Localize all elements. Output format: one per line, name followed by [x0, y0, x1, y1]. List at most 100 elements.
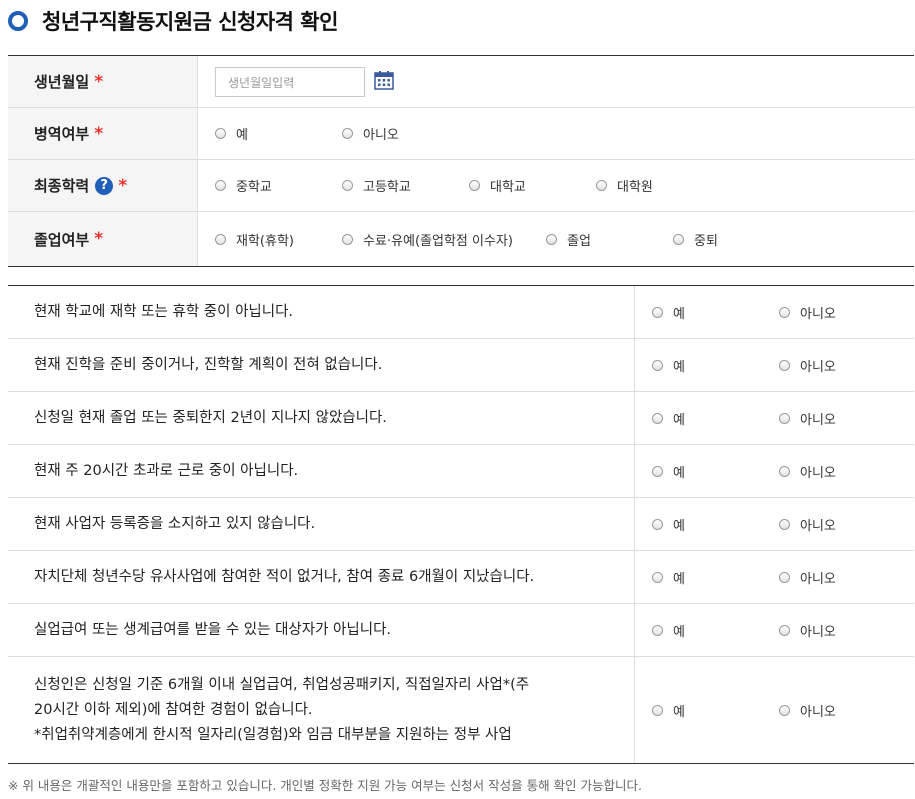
question-text: 현재 사업자 등록증을 소지하고 있지 않습니다.: [8, 498, 635, 550]
option-label: 예: [673, 412, 685, 428]
radio-button[interactable]: [779, 412, 790, 424]
question-text: 실업급여 또는 생계급여를 받을 수 있는 대상자가 아닙니다.: [8, 604, 635, 656]
answer-yes[interactable]: 예: [652, 604, 685, 656]
radio-button[interactable]: [215, 233, 226, 245]
answer-no[interactable]: 아니오: [779, 657, 836, 763]
question-row: 신청일 현재 졸업 또는 중퇴한지 2년이 지나지 않았습니다. 예 아니오: [8, 392, 914, 445]
military-option-yes[interactable]: 예: [215, 108, 248, 159]
answer-no[interactable]: 아니오: [779, 551, 836, 603]
question-answers: 예 아니오: [635, 551, 914, 603]
option-label: 아니오: [800, 359, 836, 375]
education-option-graduate[interactable]: 대학원: [596, 160, 653, 211]
radio-button[interactable]: [596, 180, 607, 191]
question-answers: 예 아니오: [635, 392, 914, 444]
radio-button[interactable]: [652, 518, 663, 530]
radio-button[interactable]: [673, 233, 684, 245]
question-text: 자치단체 청년수당 유사사업에 참여한 적이 없거나, 참여 종료 6개월이 지…: [8, 551, 635, 603]
answer-yes[interactable]: 예: [652, 392, 685, 444]
education-option-high[interactable]: 고등학교: [342, 160, 411, 211]
education-option-middle[interactable]: 중학교: [215, 160, 272, 211]
radio-button[interactable]: [342, 233, 353, 245]
radio-button[interactable]: [779, 306, 790, 318]
graduation-cell: 재학(휴학) 수료·유예(졸업학점 이수자) 졸업 중퇴: [198, 212, 914, 266]
answer-no[interactable]: 아니오: [779, 604, 836, 656]
answer-no[interactable]: 아니오: [779, 339, 836, 391]
radio-button[interactable]: [652, 412, 663, 424]
radio-button[interactable]: [652, 359, 663, 371]
calendar-icon[interactable]: [374, 70, 394, 90]
question-row: 신청인은 신청일 기준 6개월 이내 실업급여, 취업성공패키지, 직접일자리 …: [8, 657, 914, 763]
education-cell: 중학교 고등학교 대학교 대학원: [198, 160, 914, 211]
help-icon[interactable]: ?: [95, 176, 114, 195]
question-text: 신청일 현재 졸업 또는 중퇴한지 2년이 지나지 않았습니다.: [8, 392, 635, 444]
option-label: 예: [673, 306, 685, 322]
radio-button[interactable]: [652, 571, 663, 583]
radio-button[interactable]: [652, 465, 663, 477]
radio-button[interactable]: [652, 306, 663, 318]
radio-button[interactable]: [469, 180, 480, 191]
birth-label-text: 생년월일: [34, 73, 90, 91]
birth-date-input[interactable]: 생년월일입력: [215, 67, 365, 97]
option-label: 예: [673, 359, 685, 375]
question-row: 현재 사업자 등록증을 소지하고 있지 않습니다. 예 아니오: [8, 498, 914, 551]
radio-button[interactable]: [779, 704, 790, 716]
radio-button[interactable]: [342, 128, 353, 139]
radio-button[interactable]: [215, 180, 226, 191]
option-label: 아니오: [800, 704, 836, 720]
option-label: 대학원: [617, 180, 653, 195]
radio-button[interactable]: [652, 704, 663, 716]
question-answers: 예 아니오: [635, 657, 914, 763]
birth-date-placeholder: 생년월일입력: [228, 75, 295, 90]
option-label: 아니오: [800, 518, 836, 534]
military-row: 병역여부 * 예 아니오: [8, 108, 914, 160]
military-label: 병역여부 *: [8, 108, 198, 159]
answer-yes[interactable]: 예: [652, 445, 685, 497]
answer-yes[interactable]: 예: [652, 551, 685, 603]
option-label: 중퇴: [694, 233, 718, 249]
title-bullet-icon: [8, 11, 28, 31]
radio-button[interactable]: [779, 465, 790, 477]
graduation-label: 졸업여부 *: [8, 212, 198, 266]
graduation-row: 졸업여부 * 재학(휴학) 수료·유예(졸업학점 이수자) 졸업 중퇴: [8, 212, 914, 266]
graduation-option-completed[interactable]: 수료·유예(졸업학점 이수자): [342, 212, 513, 266]
answer-yes[interactable]: 예: [652, 339, 685, 391]
option-label: 아니오: [800, 571, 836, 587]
answer-yes[interactable]: 예: [652, 286, 685, 338]
graduation-option-graduated[interactable]: 졸업: [546, 212, 591, 266]
graduation-label-text: 졸업여부: [34, 230, 90, 249]
answer-no[interactable]: 아니오: [779, 286, 836, 338]
military-option-no[interactable]: 아니오: [342, 108, 399, 159]
option-label: 고등학교: [363, 180, 411, 195]
birth-cell: 생년월일입력: [198, 56, 914, 107]
radio-button[interactable]: [779, 624, 790, 636]
answer-yes[interactable]: 예: [652, 498, 685, 550]
answer-no[interactable]: 아니오: [779, 498, 836, 550]
required-mark: *: [94, 229, 104, 249]
radio-button[interactable]: [215, 128, 226, 139]
radio-button[interactable]: [779, 571, 790, 583]
eligibility-questions: 현재 학교에 재학 또는 휴학 중이 아닙니다. 예 아니오 현재 진학을 준비…: [8, 285, 914, 764]
option-label: 예: [673, 518, 685, 534]
education-row: 최종학력 ? * 중학교 고등학교 대학교 대학원: [8, 160, 914, 212]
question-answers: 예 아니오: [635, 339, 914, 391]
answer-yes[interactable]: 예: [652, 657, 685, 763]
option-label: 예: [236, 128, 248, 143]
military-label-text: 병역여부: [34, 125, 90, 143]
graduation-option-enrolled[interactable]: 재학(휴학): [215, 212, 294, 266]
graduation-option-dropout[interactable]: 중퇴: [673, 212, 718, 266]
radio-button[interactable]: [342, 180, 353, 191]
radio-button[interactable]: [652, 624, 663, 636]
radio-button[interactable]: [779, 359, 790, 371]
answer-no[interactable]: 아니오: [779, 392, 836, 444]
required-mark: *: [118, 175, 128, 196]
option-label: 수료·유예(졸업학점 이수자): [363, 233, 513, 249]
required-mark: *: [94, 123, 104, 144]
option-label: 아니오: [363, 128, 399, 143]
education-option-university[interactable]: 대학교: [469, 160, 526, 211]
radio-button[interactable]: [546, 233, 557, 245]
question-text: 신청인은 신청일 기준 6개월 이내 실업급여, 취업성공패키지, 직접일자리 …: [8, 657, 635, 763]
answer-no[interactable]: 아니오: [779, 445, 836, 497]
option-label: 예: [673, 704, 685, 720]
birth-label: 생년월일 *: [8, 56, 198, 107]
radio-button[interactable]: [779, 518, 790, 530]
